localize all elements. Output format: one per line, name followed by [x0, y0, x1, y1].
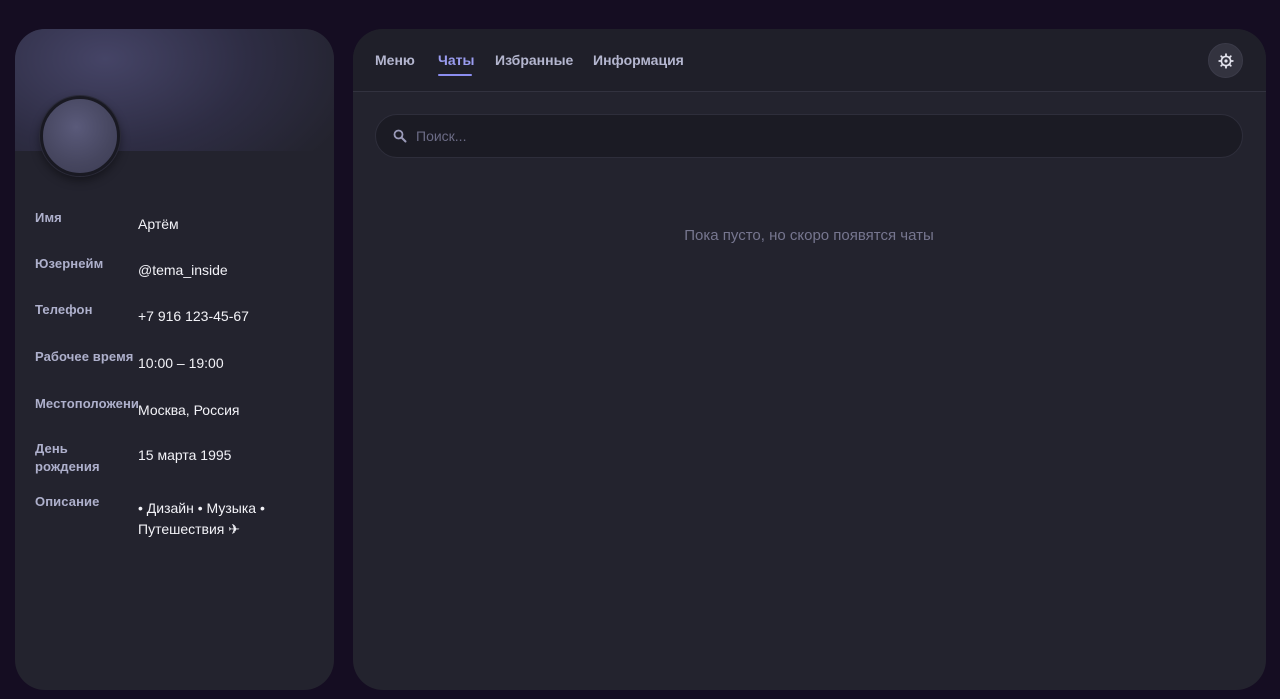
- main-panel: Меню Чаты Избранные Информация Поиск... …: [353, 29, 1266, 690]
- tab-chats[interactable]: Чаты: [438, 51, 474, 69]
- profile-value: Артём: [138, 216, 179, 232]
- profile-label: День рождения: [35, 441, 100, 474]
- profile-value: Москва, Россия: [138, 400, 318, 421]
- profile-label: Рабочее время: [35, 349, 134, 364]
- profile-label: Юзернейм: [35, 256, 104, 271]
- profile-value: +7 916 123-45-67: [138, 308, 249, 324]
- avatar[interactable]: [40, 96, 120, 176]
- gear-icon: [1217, 52, 1234, 69]
- search-bar[interactable]: [375, 114, 1243, 158]
- profile-label: Местоположение: [35, 396, 147, 411]
- empty-chats-message: Пока пусто, но скоро появятся чаты: [684, 227, 934, 244]
- settings-button[interactable]: [1208, 43, 1243, 78]
- search-input[interactable]: [416, 124, 1216, 148]
- profile-label: Описание: [35, 494, 100, 509]
- tab-menu[interactable]: Меню: [375, 51, 415, 69]
- active-tab-indicator: [438, 74, 472, 76]
- profile-label: Имя: [35, 210, 62, 225]
- profile-value: 15 марта 1995: [138, 447, 232, 463]
- tab-info[interactable]: Информация: [593, 51, 684, 69]
- profile-label: Телефон: [35, 302, 93, 317]
- top-nav: Меню Чаты Избранные Информация: [353, 29, 1266, 92]
- profile-value: 10:00 – 19:00: [138, 355, 224, 371]
- app-root: Имя Артём Юзернейм @tema_inside Телефон …: [0, 0, 1280, 699]
- profile-value: • Дизайн • Музыка • Путешествия ✈: [138, 500, 265, 537]
- profile-card: Имя Артём Юзернейм @tema_inside Телефон …: [15, 29, 334, 690]
- tab-favorites[interactable]: Избранные: [495, 51, 573, 69]
- profile-value: @tema_inside: [138, 262, 228, 278]
- search-icon: [393, 129, 407, 143]
